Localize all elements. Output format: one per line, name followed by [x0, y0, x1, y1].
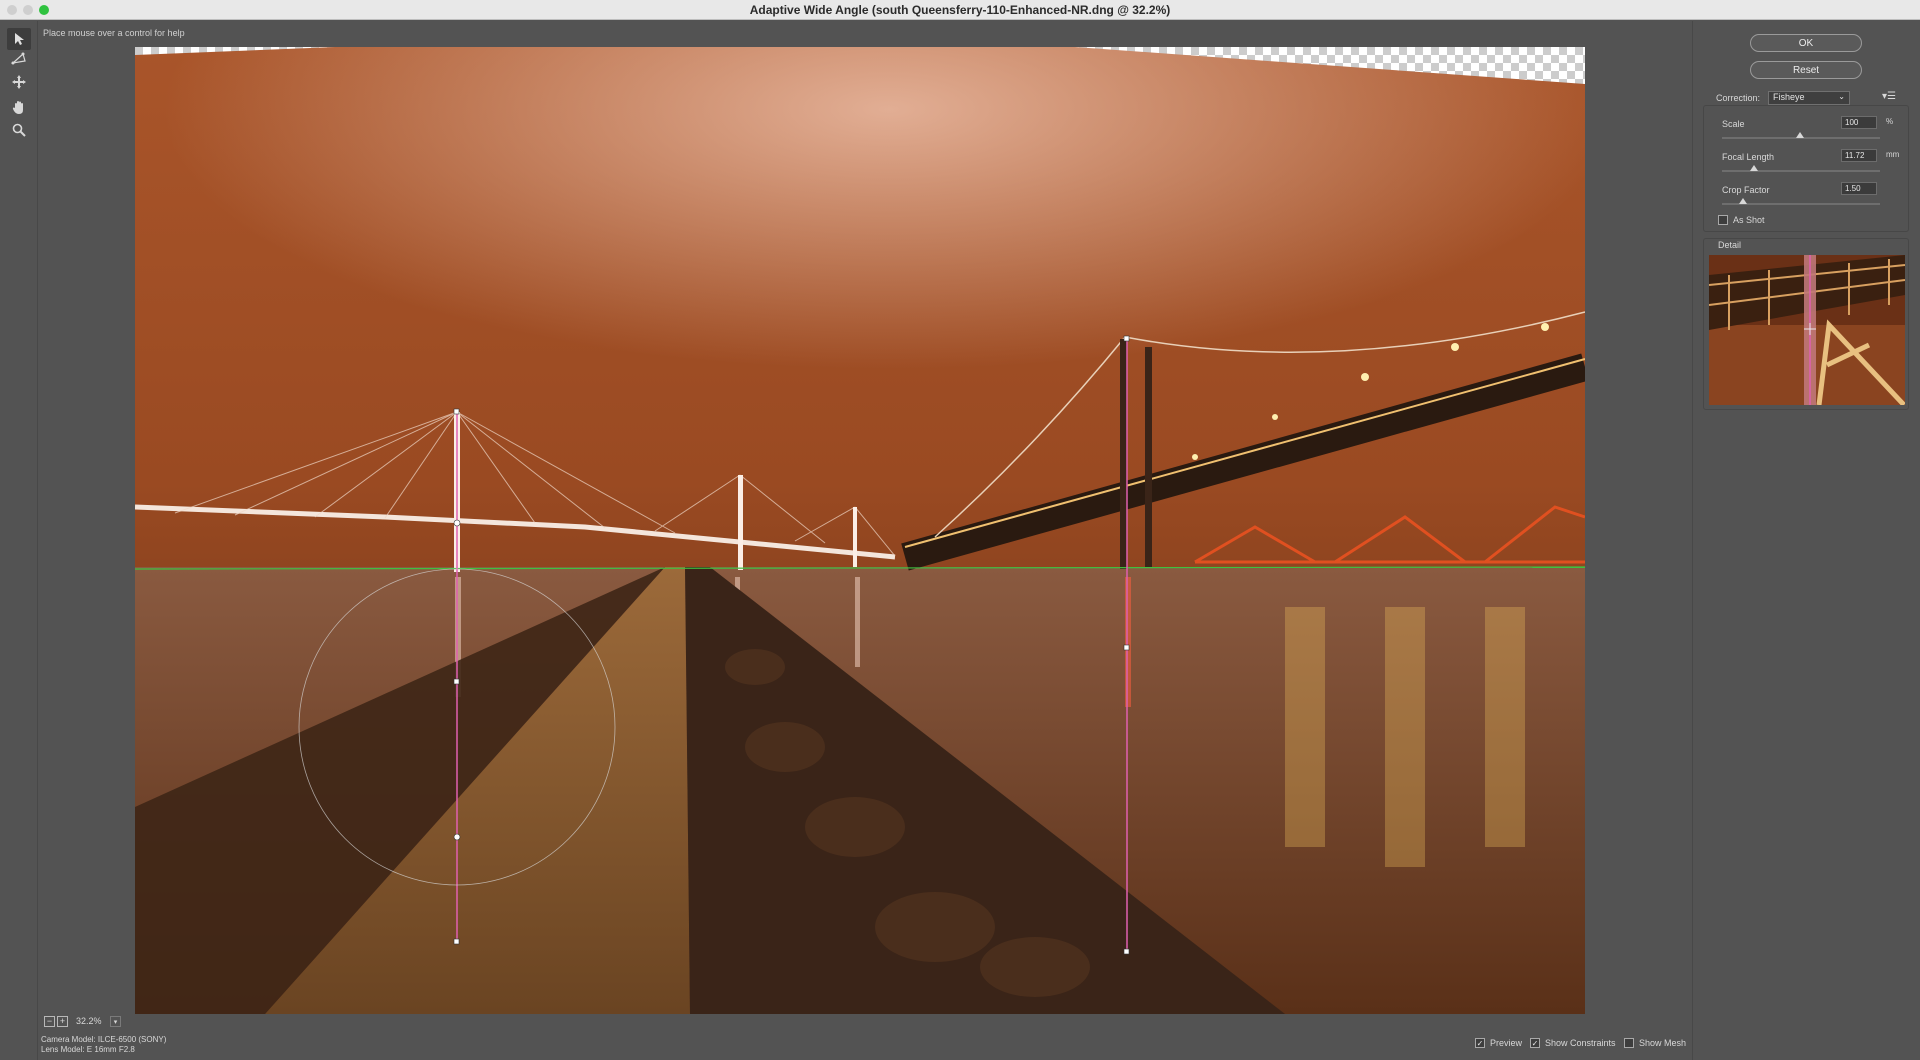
image-canvas[interactable] — [135, 47, 1585, 1014]
zoom-controls: − + — [44, 1016, 68, 1027]
show-constraints-option[interactable]: ✓ Show Constraints — [1530, 1038, 1616, 1048]
show-mesh-checkbox[interactable] — [1624, 1038, 1634, 1048]
zoom-dropdown-icon[interactable]: ▾ — [110, 1016, 121, 1027]
show-constraints-checkbox[interactable]: ✓ — [1530, 1038, 1540, 1048]
correction-select[interactable]: Fisheye ⌄ — [1768, 91, 1850, 105]
focal-length-slider[interactable] — [1722, 170, 1880, 172]
correction-label: Correction: — [1716, 93, 1761, 103]
focal-length-slider-thumb[interactable] — [1750, 165, 1758, 171]
window-title: Adaptive Wide Angle (south Queensferry-1… — [749, 3, 1171, 17]
focal-length-unit: mm — [1886, 150, 1900, 159]
reset-button[interactable]: Reset — [1750, 61, 1862, 79]
ok-button[interactable]: OK — [1750, 34, 1862, 52]
preview-label: Preview — [1490, 1038, 1523, 1048]
focal-length-input[interactable]: 11.72 — [1841, 149, 1877, 162]
panel-menu-icon[interactable]: ▾☰ — [1882, 91, 1896, 102]
camera-info: Camera Model: ILCE-6500 (SONY) Lens Mode… — [41, 1035, 166, 1055]
scale-input[interactable]: 100 — [1841, 116, 1877, 129]
crop-factor-slider-thumb[interactable] — [1739, 198, 1747, 204]
preview-option[interactable]: ✓ Preview — [1475, 1038, 1522, 1048]
as-shot-label: As Shot — [1733, 215, 1765, 225]
zoom-tool-icon[interactable] — [7, 119, 31, 141]
zoom-out-button[interactable]: − — [44, 1016, 55, 1027]
scale-unit: % — [1886, 117, 1894, 126]
zoom-in-button[interactable]: + — [57, 1016, 68, 1027]
scale-label: Scale — [1722, 119, 1745, 129]
show-constraints-label: Show Constraints — [1545, 1038, 1616, 1048]
as-shot-option[interactable]: As Shot — [1718, 215, 1765, 225]
window-titlebar: Adaptive Wide Angle (south Queensferry-1… — [0, 0, 1920, 20]
focal-length-label: Focal Length — [1722, 152, 1775, 162]
chevron-down-icon: ⌄ — [1838, 92, 1845, 101]
crop-factor-label: Crop Factor — [1722, 185, 1770, 195]
show-mesh-option[interactable]: Show Mesh — [1624, 1038, 1686, 1048]
tool-panel — [0, 21, 38, 1060]
lens-model: Lens Model: E 16mm F2.8 — [41, 1045, 135, 1054]
constraint-tool-icon[interactable] — [7, 28, 31, 50]
help-hint: Place mouse over a control for help — [43, 28, 185, 38]
as-shot-checkbox[interactable] — [1718, 215, 1728, 225]
camera-model: Camera Model: ILCE-6500 (SONY) — [41, 1035, 167, 1044]
photo-preview — [135, 47, 1585, 1014]
show-mesh-label: Show Mesh — [1639, 1038, 1687, 1048]
zoom-level: 32.2% — [76, 1016, 102, 1026]
correction-value: Fisheye — [1773, 92, 1805, 102]
detail-label: Detail — [1718, 240, 1742, 250]
preview-checkbox[interactable]: ✓ — [1475, 1038, 1485, 1048]
scale-slider-thumb[interactable] — [1796, 132, 1804, 138]
crop-factor-input[interactable]: 1.50 — [1841, 182, 1877, 195]
detail-preview — [1709, 255, 1905, 405]
move-tool-icon[interactable] — [7, 71, 31, 93]
hand-tool-icon[interactable] — [7, 96, 31, 118]
polygon-constraint-tool-icon[interactable] — [7, 48, 31, 70]
